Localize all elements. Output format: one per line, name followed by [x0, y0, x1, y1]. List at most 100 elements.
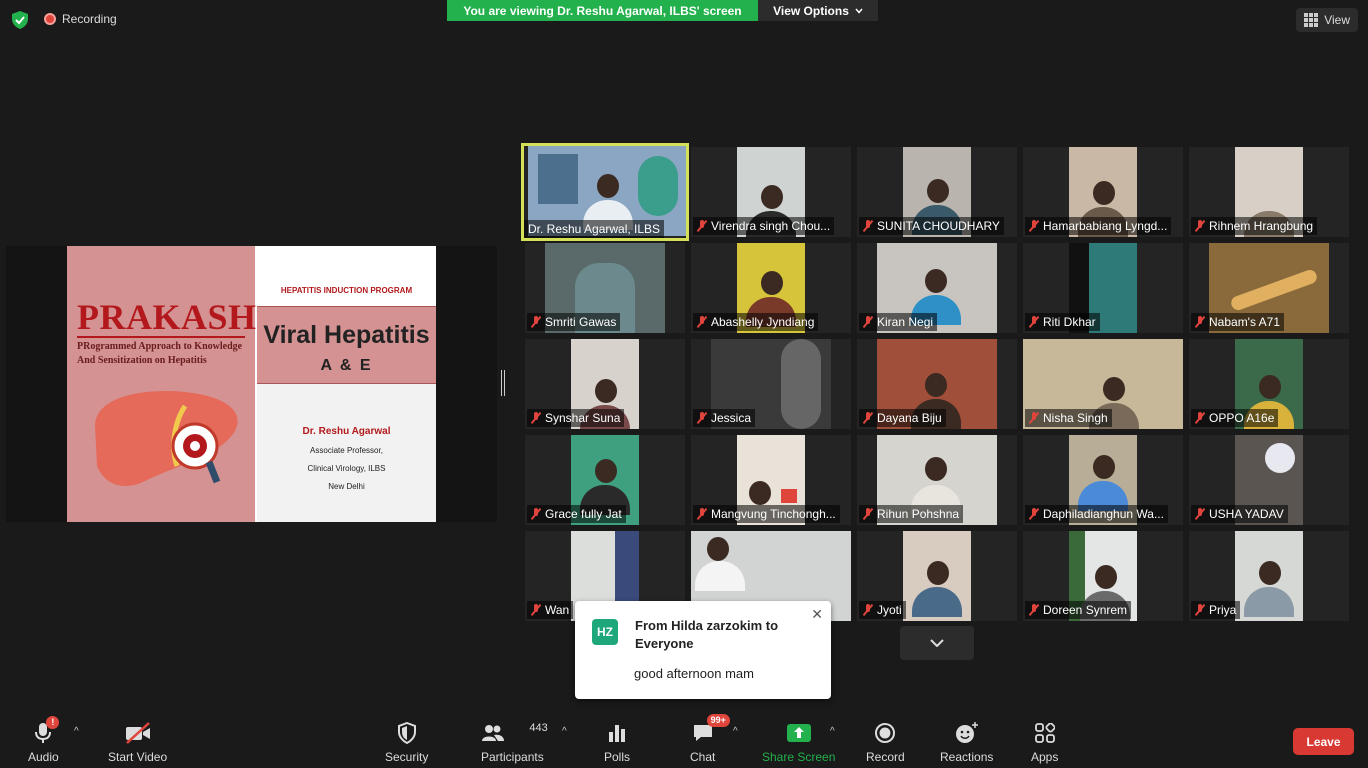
share-options-caret-icon[interactable]: ^ — [830, 726, 835, 737]
chat-button[interactable]: 99+ Chat — [690, 714, 730, 764]
video-tile[interactable]: Nabam's A71 — [1189, 243, 1349, 333]
video-tile[interactable]: Hamarbabiang Lyngd... — [1023, 147, 1183, 237]
start-video-button[interactable]: Start Video — [108, 720, 167, 764]
chat-notification-popup[interactable]: HZ From Hilda zarzokim to Everyone good … — [575, 601, 831, 699]
speaker-box: Dr. Reshu Agarwal Associate Professor, C… — [257, 384, 436, 522]
video-tile[interactable]: USHA YADAV — [1189, 435, 1349, 525]
share-screen-label: Share Screen — [762, 750, 836, 764]
participants-icon — [482, 725, 505, 741]
liver-virus-illustration — [95, 391, 238, 486]
record-button[interactable]: Record — [866, 720, 905, 764]
chat-sender: From Hilda zarzokim to Everyone — [635, 618, 779, 651]
security-button[interactable]: Security — [385, 720, 428, 764]
video-feed — [1235, 531, 1303, 621]
video-tile[interactable]: Jyoti — [857, 531, 1017, 621]
video-tile[interactable]: Priya — [1189, 531, 1349, 621]
start-video-label: Start Video — [108, 750, 168, 764]
shield-icon — [397, 722, 416, 744]
encryption-shield-icon[interactable] — [10, 10, 30, 30]
video-tile[interactable]: OPPO A16e — [1189, 339, 1349, 429]
view-options-button[interactable]: View Options — [758, 0, 878, 21]
apps-button[interactable]: Apps — [1031, 720, 1058, 764]
participants-label: Participants — [481, 750, 544, 764]
participant-name-label: SUNITA CHOUDHARY — [859, 217, 1004, 235]
share-screen-icon — [786, 724, 811, 742]
audio-options-caret-icon[interactable]: ^ — [74, 726, 79, 737]
viewing-screen-banner: You are viewing Dr. Reshu Agarwal, ILBS'… — [447, 0, 758, 21]
muted-mic-icon — [1029, 220, 1039, 232]
video-tile[interactable]: Virendra singh Chou... — [691, 147, 851, 237]
video-tile[interactable]: Daphiladianghun Wa... — [1023, 435, 1183, 525]
video-tile[interactable]: SUNITA CHOUDHARY — [857, 147, 1017, 237]
share-screen-button[interactable]: Share Screen — [762, 720, 835, 764]
participant-name-label: Riti Dkhar — [1025, 313, 1100, 331]
participant-name-label: Synshar Suna — [527, 409, 625, 427]
muted-mic-icon — [863, 604, 873, 616]
chat-options-caret-icon[interactable]: ^ — [733, 726, 738, 737]
muted-mic-icon — [1195, 508, 1205, 520]
video-tile[interactable]: Nisha Singh — [1023, 339, 1183, 429]
muted-mic-icon — [863, 412, 873, 424]
apps-icon — [1034, 723, 1055, 743]
recording-label: Recording — [62, 12, 117, 26]
polls-button[interactable]: Polls — [604, 720, 630, 764]
audio-label: Audio — [28, 750, 59, 764]
reactions-label: Reactions — [940, 750, 994, 764]
topic-subtitle: A & E — [320, 357, 373, 374]
participant-name-label: Dr. Reshu Agarwal, ILBS — [524, 220, 665, 238]
participant-name-label: Kiran Negi — [859, 313, 938, 331]
recording-indicator[interactable]: Recording — [44, 12, 117, 26]
participants-button[interactable]: 443 Participants — [481, 720, 548, 764]
video-off-icon — [125, 722, 150, 744]
muted-mic-icon — [697, 508, 707, 520]
close-icon[interactable]: ✕ — [811, 606, 823, 623]
view-label: View — [1324, 13, 1350, 27]
split-view-resize-handle[interactable] — [501, 370, 505, 396]
participant-name-label: OPPO A16e — [1191, 409, 1279, 427]
participant-name-label: Dayana Biju — [859, 409, 946, 427]
video-tile[interactable]: Dayana Biju — [857, 339, 1017, 429]
video-tile[interactable]: Rihnem Hrangbung — [1189, 147, 1349, 237]
polls-label: Polls — [604, 750, 631, 764]
video-tile[interactable]: Jessica — [691, 339, 851, 429]
meeting-toolbar: ! Audio ^ Start Video Security 443 Parti… — [0, 712, 1368, 768]
video-tile[interactable]: Dr. Reshu Agarwal, ILBS — [521, 143, 689, 241]
record-icon — [875, 723, 896, 743]
participant-name-label: Jyoti — [859, 601, 906, 619]
muted-mic-icon — [1195, 604, 1205, 616]
participant-name-label: Grace fully Jat — [527, 505, 626, 523]
video-tile[interactable]: Kiran Negi — [857, 243, 1017, 333]
participants-options-caret-icon[interactable]: ^ — [562, 726, 567, 737]
video-tile[interactable]: Synshar Suna — [525, 339, 685, 429]
participant-name-label: Doreen Synrem — [1025, 601, 1132, 619]
participant-name-label: Daphiladianghun Wa... — [1025, 505, 1168, 523]
view-options-label: View Options — [773, 3, 849, 18]
video-tile[interactable]: Grace fully Jat — [525, 435, 685, 525]
participant-name-label: Priya — [1191, 601, 1241, 619]
video-tile[interactable]: Abashelly Jyndiang — [691, 243, 851, 333]
leave-button[interactable]: Leave — [1293, 728, 1354, 755]
video-tile[interactable]: Mangvung Tinchongh... — [691, 435, 851, 525]
speaker-name: Dr. Reshu Agarwal — [302, 426, 391, 437]
brand-tagline-line1: PRogrammed Approach to Knowledge — [77, 341, 243, 352]
chevron-down-icon — [855, 8, 863, 14]
topic-box: Viral Hepatitis A & E — [257, 306, 436, 384]
muted-mic-icon — [1195, 316, 1205, 328]
reactions-button[interactable]: Reactions — [940, 720, 993, 764]
video-tile[interactable]: Doreen Synrem — [1023, 531, 1183, 621]
gallery-next-page-button[interactable] — [900, 626, 974, 660]
muted-mic-icon — [1029, 412, 1039, 424]
apps-label: Apps — [1031, 750, 1059, 764]
shared-screen-area[interactable]: PRAKASH PRogrammed Approach to Knowledge… — [6, 246, 497, 522]
participant-name-label: Abashelly Jyndiang — [693, 313, 819, 331]
speaker-dept: Clinical Virology, ILBS — [307, 464, 386, 473]
video-tile[interactable]: Smriti Gawas — [525, 243, 685, 333]
security-label: Security — [385, 750, 429, 764]
participant-name-label: Mangvung Tinchongh... — [693, 505, 840, 523]
view-layout-button[interactable]: View — [1296, 8, 1358, 32]
audio-button[interactable]: ! Audio — [28, 716, 60, 764]
video-tile[interactable]: Riti Dkhar — [1023, 243, 1183, 333]
video-tile[interactable]: Rihun Pohshna — [857, 435, 1017, 525]
muted-mic-icon — [1029, 316, 1039, 328]
muted-mic-icon — [531, 508, 541, 520]
